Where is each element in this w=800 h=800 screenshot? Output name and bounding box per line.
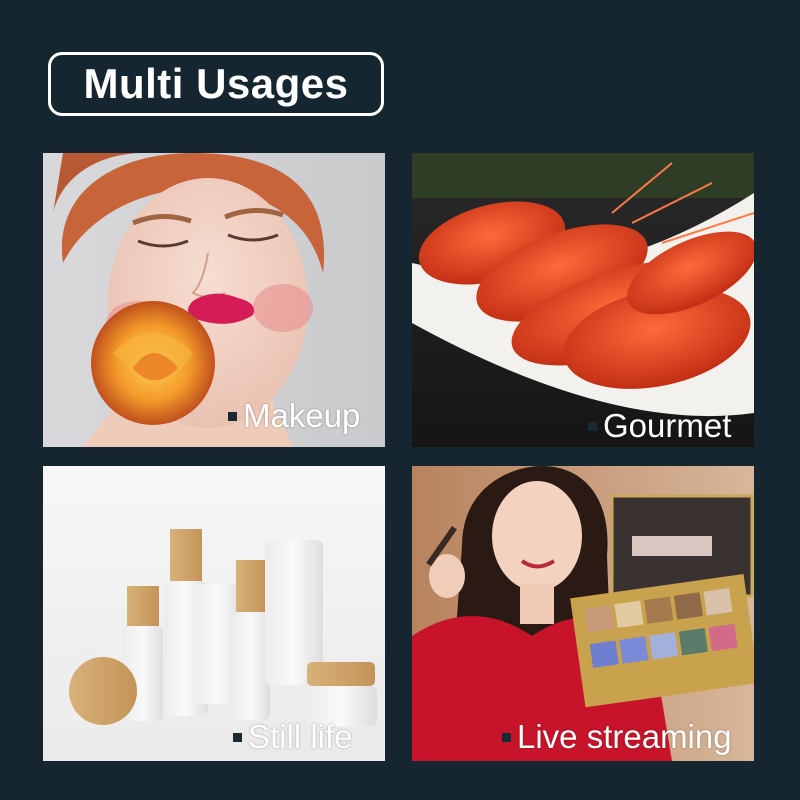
tile-still-life: Still life	[43, 466, 385, 761]
caption-makeup: Makeup	[228, 397, 360, 435]
caption-bullet	[502, 732, 511, 742]
title-badge: Multi Usages	[48, 52, 384, 116]
caption-live-streaming: Live streaming	[502, 718, 732, 756]
caption-live-streaming-text: Live streaming	[517, 718, 732, 755]
caption-gourmet: Gourmet	[588, 407, 731, 445]
gourmet-photo	[412, 153, 754, 447]
page-title: Multi Usages	[83, 60, 349, 107]
caption-bullet	[233, 732, 242, 742]
caption-bullet	[228, 411, 237, 421]
caption-gourmet-text: Gourmet	[603, 407, 732, 444]
tile-makeup: Makeup	[43, 153, 385, 447]
live-streaming-photo	[412, 466, 754, 761]
caption-bullet	[588, 421, 597, 431]
tile-gourmet: Gourmet	[412, 153, 754, 447]
still-life-photo	[43, 466, 385, 761]
caption-still-life: Still life	[233, 718, 353, 756]
caption-makeup-text: Makeup	[243, 397, 361, 434]
caption-still-life-text: Still life	[248, 718, 353, 755]
tile-live-streaming: Live streaming	[412, 466, 754, 761]
